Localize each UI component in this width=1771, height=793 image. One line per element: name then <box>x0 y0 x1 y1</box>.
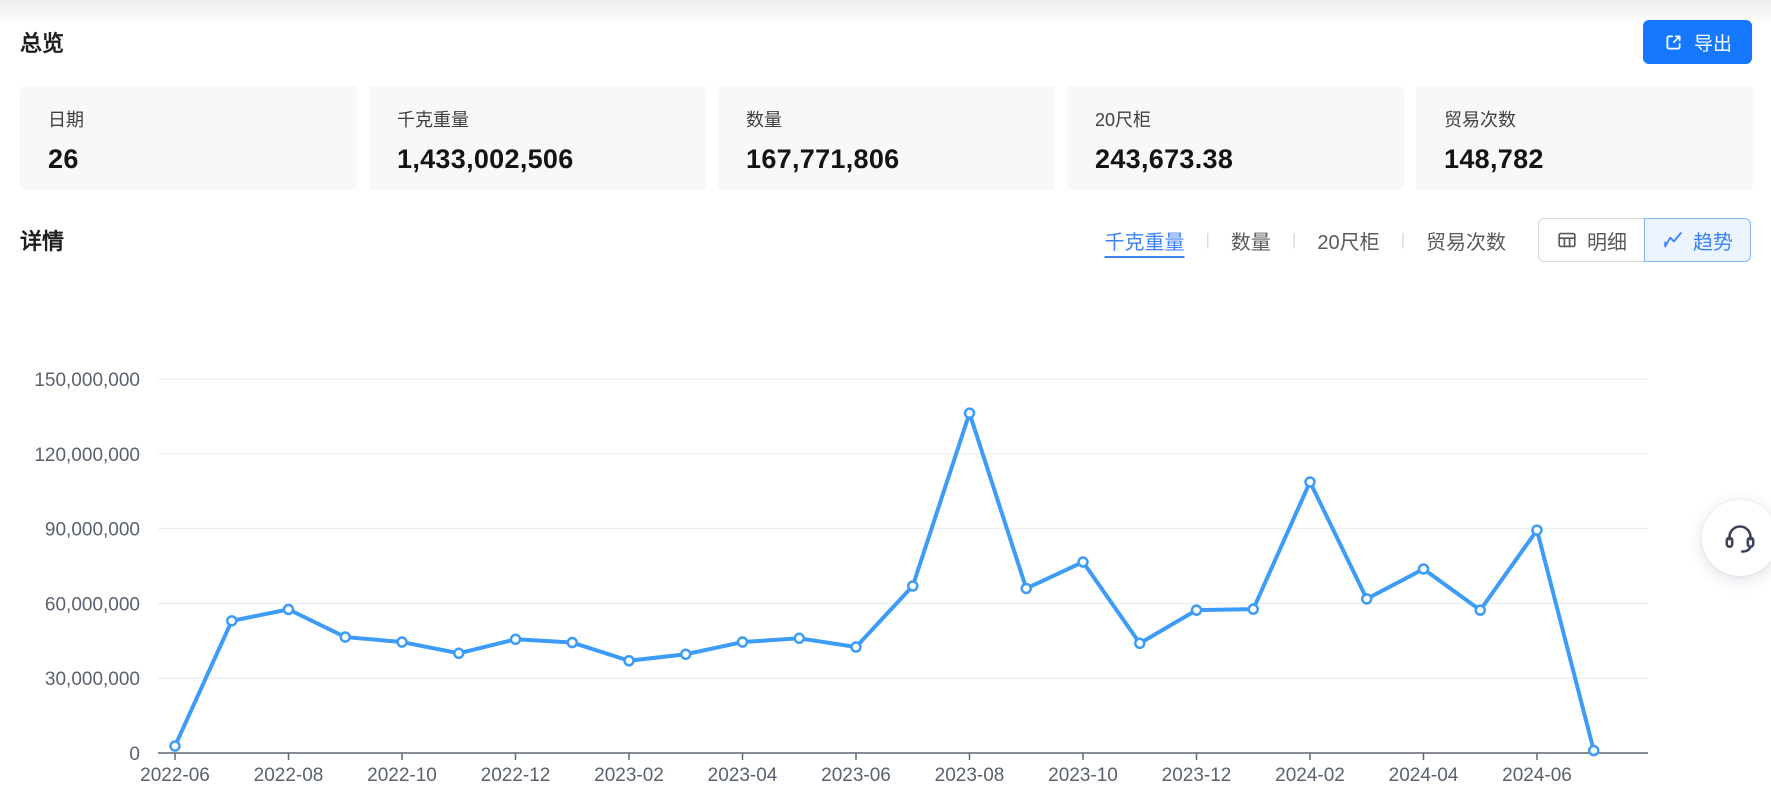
stat-card-date: 日期 26 <box>20 86 357 190</box>
stat-card-value: 243,673.38 <box>1095 144 1376 175</box>
stat-card-quantity: 数量 167,771,806 <box>718 86 1055 190</box>
svg-text:0: 0 <box>129 744 140 765</box>
stat-card-label: 日期 <box>48 106 329 132</box>
trend-icon <box>1662 229 1684 251</box>
summary-cards: 日期 26 千克重量 1,433,002,506 数量 167,771,806 … <box>20 86 1753 190</box>
page-header: 总览 导出 <box>20 18 1752 66</box>
svg-text:2023-04: 2023-04 <box>708 765 778 786</box>
stat-card-label: 20尺柜 <box>1095 106 1376 132</box>
stat-card-value: 148,782 <box>1444 144 1725 175</box>
svg-text:2023-08: 2023-08 <box>935 765 1005 786</box>
stat-card-trade-count: 贸易次数 148,782 <box>1416 86 1753 190</box>
stat-card-label: 千克重量 <box>397 106 678 132</box>
svg-text:2022-06: 2022-06 <box>140 765 210 786</box>
svg-text:2022-08: 2022-08 <box>254 765 324 786</box>
trend-view-label: 趋势 <box>1693 226 1733 255</box>
svg-text:2023-10: 2023-10 <box>1048 765 1118 786</box>
tab-separator: | <box>1292 230 1296 250</box>
trend-view-button[interactable]: 趋势 <box>1644 218 1751 262</box>
svg-text:2022-10: 2022-10 <box>367 765 437 786</box>
metric-tab-trade-count[interactable]: 贸易次数 <box>1424 226 1508 255</box>
stat-card-value: 26 <box>48 144 329 175</box>
svg-text:2023-12: 2023-12 <box>1162 765 1232 786</box>
line-chart-svg: 0 30,000,000 60,000,000 90,000,000 120,000,0… <box>0 300 1771 793</box>
detail-view-button[interactable]: 明细 <box>1538 218 1645 262</box>
svg-text:120,000,000: 120,000,000 <box>34 445 140 466</box>
stat-card-20ft-container: 20尺柜 243,673.38 <box>1067 86 1404 190</box>
metric-tab-weight-kg[interactable]: 千克重量 <box>1102 226 1186 255</box>
svg-text:2024-04: 2024-04 <box>1389 765 1459 786</box>
metric-tab-20ft-container[interactable]: 20尺柜 <box>1315 226 1381 255</box>
svg-text:60,000,000: 60,000,000 <box>45 594 140 615</box>
details-title: 详情 <box>20 224 64 256</box>
svg-text:90,000,000: 90,000,000 <box>45 520 140 541</box>
detail-view-label: 明细 <box>1587 226 1627 255</box>
details-bar: 详情 千克重量 | 数量 | 20尺柜 | 贸易次数 明细 <box>20 218 1751 262</box>
svg-text:2023-06: 2023-06 <box>821 765 891 786</box>
svg-text:2024-02: 2024-02 <box>1275 765 1345 786</box>
export-button-label: 导出 <box>1694 29 1732 56</box>
svg-text:2022-12: 2022-12 <box>481 765 551 786</box>
view-toggle: 明细 趋势 <box>1538 218 1751 262</box>
dashboard-screen: 总览 导出 日期 26 千克重量 1,433,002,506 数量 167,77… <box>0 0 1771 793</box>
tab-separator: | <box>1401 230 1405 250</box>
metric-tabs: 千克重量 | 数量 | 20尺柜 | 贸易次数 <box>1102 226 1508 255</box>
overview-title: 总览 <box>20 26 64 58</box>
export-icon <box>1663 32 1684 53</box>
export-button[interactable]: 导出 <box>1643 20 1752 64</box>
svg-text:2024-06: 2024-06 <box>1502 765 1572 786</box>
support-button[interactable] <box>1702 500 1771 576</box>
tab-separator: | <box>1205 230 1209 250</box>
trend-chart: 0 30,000,000 60,000,000 90,000,000 120,000,0… <box>0 300 1771 793</box>
stat-card-weight-kg: 千克重量 1,433,002,506 <box>369 86 706 190</box>
stat-card-label: 数量 <box>746 106 1027 132</box>
svg-text:30,000,000: 30,000,000 <box>45 669 140 690</box>
table-icon <box>1556 229 1578 251</box>
stat-card-value: 1,433,002,506 <box>397 144 678 175</box>
stat-card-label: 贸易次数 <box>1444 106 1725 132</box>
stat-card-value: 167,771,806 <box>746 144 1027 175</box>
svg-text:2023-02: 2023-02 <box>594 765 664 786</box>
headset-icon <box>1722 519 1758 558</box>
metric-tab-quantity[interactable]: 数量 <box>1229 226 1273 255</box>
svg-text:150,000,000: 150,000,000 <box>34 370 140 391</box>
